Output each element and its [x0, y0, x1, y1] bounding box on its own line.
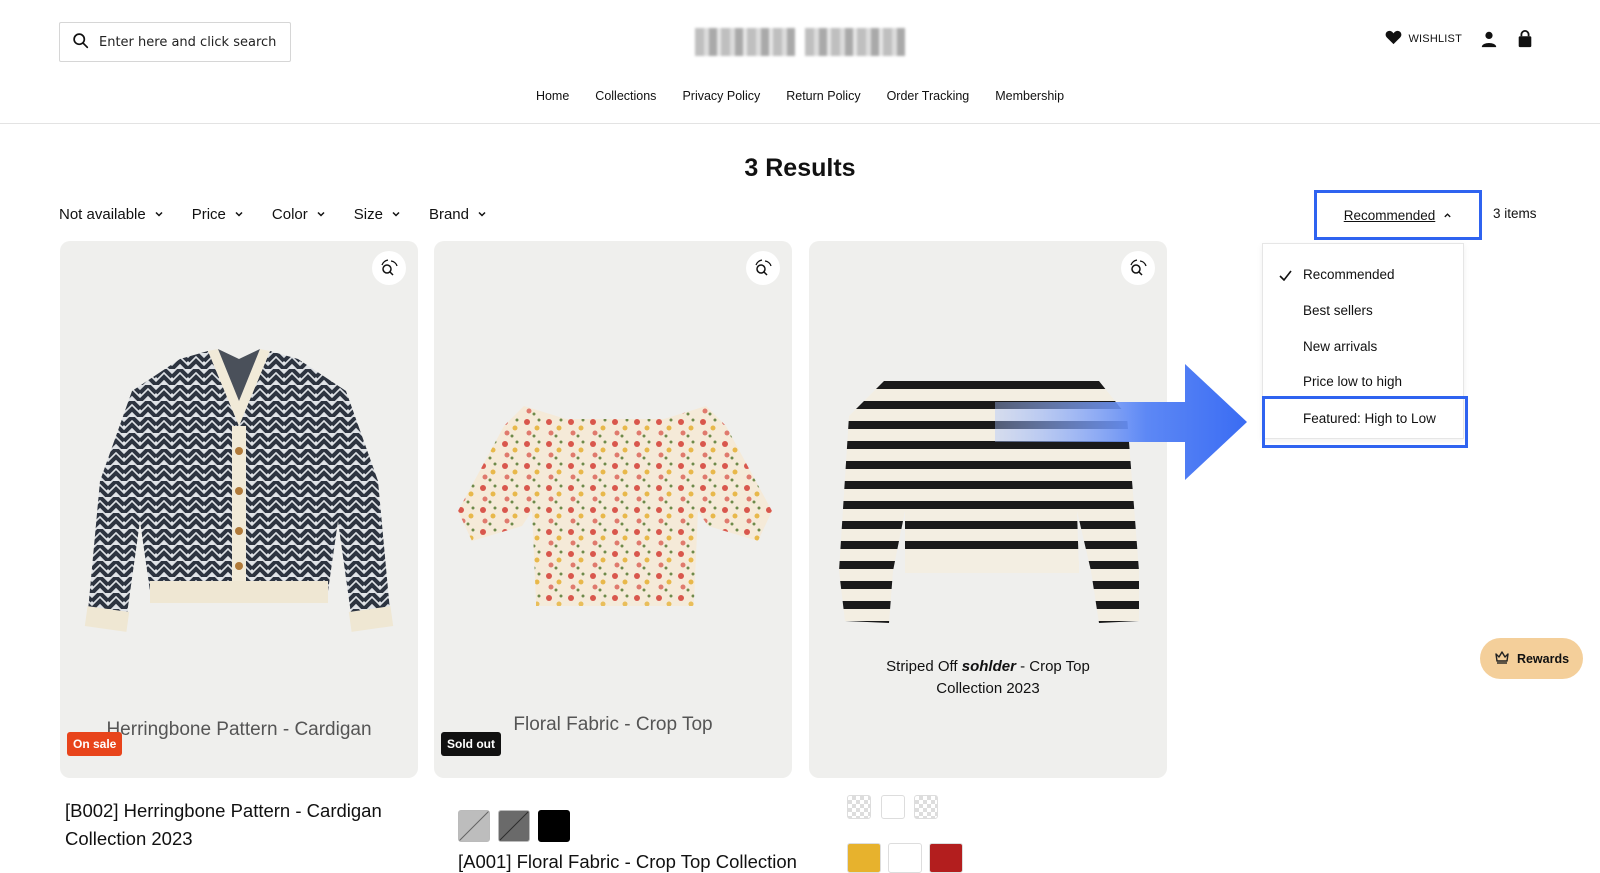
color-swatch[interactable]: [914, 795, 938, 819]
sort-option-label: Price low to high: [1303, 374, 1403, 389]
sort-option-recommended[interactable]: Recommended: [1279, 267, 1395, 282]
rewards-label: Rewards: [1516, 651, 1570, 666]
filter-label: Not available: [59, 206, 146, 223]
color-variant-thumbnail[interactable]: [847, 843, 881, 873]
search-input[interactable]: [99, 34, 284, 50]
nav-order-tracking[interactable]: Order Tracking: [887, 89, 970, 103]
sort-option-label: Recommended: [1303, 267, 1395, 282]
sort-option-label: New arrivals: [1303, 339, 1378, 354]
filter-label: Price: [191, 206, 226, 223]
filter-label: Brand: [428, 206, 469, 223]
zoom-button[interactable]: [372, 251, 406, 285]
search-icon[interactable]: [72, 32, 89, 53]
wishlist-link[interactable]: WISHLIST: [1385, 30, 1462, 48]
filter-label: Color: [271, 206, 308, 223]
product-card-floral-top[interactable]: Floral Fabric - Crop Top Sold out: [434, 241, 792, 778]
filter-price[interactable]: Price: [192, 206, 244, 223]
rewards-button[interactable]: Rewards: [1480, 638, 1583, 679]
wishlist-label: WISHLIST: [1408, 33, 1462, 45]
color-swatch[interactable]: [881, 795, 905, 819]
color-swatch[interactable]: [538, 810, 570, 842]
zoom-icon: [381, 259, 398, 276]
color-swatch[interactable]: [498, 810, 530, 842]
filter-brand[interactable]: Brand: [429, 206, 487, 223]
sort-label: Recommended: [1343, 207, 1436, 223]
nav-return-policy[interactable]: Return Policy: [786, 89, 860, 103]
chevron-down-icon: [477, 206, 487, 223]
chevron-down-icon: [154, 206, 164, 223]
crown-icon: [1494, 649, 1510, 668]
chevron-down-icon: [234, 206, 244, 223]
results-title: 3 Results: [744, 154, 856, 182]
heart-icon: [1385, 30, 1402, 48]
zoom-icon: [1130, 259, 1147, 276]
filter-color[interactable]: Color: [272, 206, 326, 223]
caption-part: Striped Off: [886, 658, 962, 675]
zoom-icon: [755, 259, 772, 276]
nav-collections[interactable]: Collections: [595, 89, 656, 103]
nav-privacy-policy[interactable]: Privacy Policy: [682, 89, 760, 103]
account-icon[interactable]: [1480, 30, 1498, 48]
cart-bag-icon[interactable]: [1516, 30, 1534, 48]
sort-option-new-arrivals[interactable]: New arrivals: [1303, 339, 1377, 354]
chevron-down-icon: [391, 206, 401, 223]
image-caption: Striped Off sohlder - Crop Top Collectio…: [809, 656, 1167, 700]
product-title[interactable]: [A001] Floral Fabric - Crop Top Collecti…: [458, 848, 797, 873]
sold-out-badge: Sold out: [441, 732, 501, 756]
main-nav: Home Collections Privacy Policy Return P…: [0, 89, 1600, 103]
nav-home[interactable]: Home: [536, 89, 569, 103]
zoom-button[interactable]: [746, 251, 780, 285]
store-logo[interactable]: [695, 28, 905, 56]
filter-availability[interactable]: Not available: [59, 206, 164, 223]
color-swatch[interactable]: [458, 810, 490, 842]
color-variant-thumbnail[interactable]: [929, 843, 963, 873]
product-title-line: Collection 2023: [65, 828, 193, 849]
sort-option-best-sellers[interactable]: Best sellers: [1303, 303, 1373, 318]
chevron-down-icon: [316, 206, 326, 223]
highlight-box: [1262, 396, 1468, 448]
sale-badge: On sale: [67, 732, 123, 756]
chevron-up-icon: [1443, 208, 1452, 223]
search-box[interactable]: [59, 22, 291, 62]
sort-dropdown-button[interactable]: Recommended: [1314, 190, 1482, 240]
color-variant-thumbnail[interactable]: [888, 843, 922, 873]
floral-top-image: [458, 406, 772, 606]
arrow-annotation-icon: [995, 364, 1247, 480]
cardigan-image: [84, 349, 394, 632]
caption-part: Collection 2023: [936, 680, 1040, 697]
product-card-striped-top[interactable]: Striped Off sohlder - Crop Top Collectio…: [809, 241, 1167, 778]
filter-label: Size: [353, 206, 383, 223]
sort-option-label: Best sellers: [1303, 303, 1373, 318]
caption-part: sohlder: [961, 658, 1016, 675]
product-title-line: [B002] Herringbone Pattern - Cardigan: [65, 800, 382, 821]
color-swatch[interactable]: [847, 795, 871, 819]
product-card-cardigan[interactable]: Herringbone Pattern - Cardigan On sale: [60, 241, 418, 778]
zoom-button[interactable]: [1121, 251, 1155, 285]
filter-bar: Not available Price Color Size Brand: [59, 206, 487, 223]
sort-option-price-low-high[interactable]: Price low to high: [1303, 374, 1402, 389]
filter-size[interactable]: Size: [354, 206, 401, 223]
caption-part: - Crop Top: [1015, 658, 1090, 675]
site-header: WISHLIST Home Collections Privacy Policy…: [0, 0, 1600, 124]
items-count: 3 items: [1493, 206, 1537, 221]
product-title[interactable]: [B002] Herringbone Pattern - Cardigan Co…: [65, 797, 382, 853]
checkmark-icon: [1279, 269, 1292, 284]
nav-membership[interactable]: Membership: [995, 89, 1064, 103]
